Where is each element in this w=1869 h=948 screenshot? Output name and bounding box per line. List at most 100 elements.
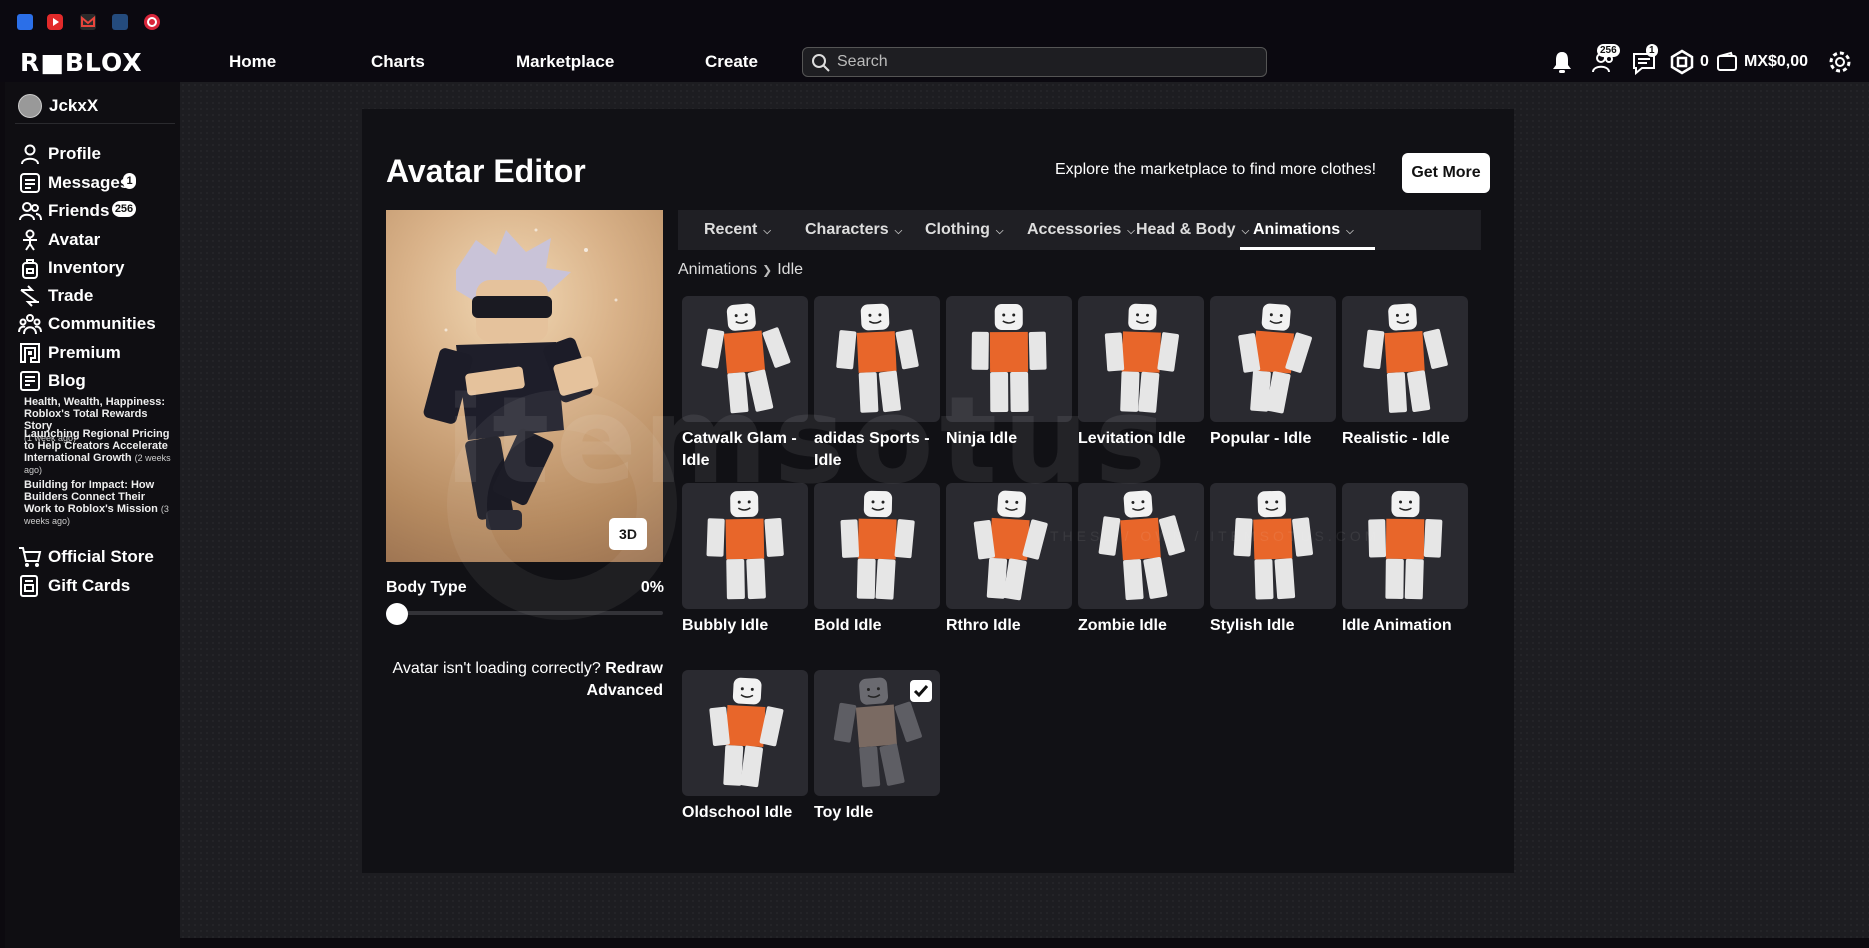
- youtube-favicon[interactable]: [47, 14, 63, 30]
- animation-card[interactable]: adidas Sports - Idle: [814, 296, 940, 472]
- wallet-icon[interactable]: [1716, 48, 1738, 76]
- animation-thumbnail: [682, 296, 808, 422]
- page-title: Avatar Editor: [386, 153, 586, 189]
- roblox-logo[interactable]: R■BLOX: [20, 48, 143, 77]
- nav-charts[interactable]: Charts: [371, 52, 425, 72]
- animation-label: Oldschool Idle: [682, 804, 793, 821]
- sidebar-item-label: Friends: [48, 201, 110, 220]
- breadcrumb-animations[interactable]: Animations: [678, 261, 757, 278]
- nav-marketplace[interactable]: Marketplace: [516, 52, 614, 72]
- bookmark-favicon-4[interactable]: [112, 14, 128, 30]
- sidebar-item-communities[interactable]: Communities: [18, 311, 156, 337]
- animation-label: Bold Idle: [814, 617, 882, 634]
- chevron-down-icon: ⌵: [1241, 226, 1250, 237]
- animation-card[interactable]: Bold Idle: [814, 483, 940, 637]
- animation-card[interactable]: Popular - Idle: [1210, 296, 1336, 450]
- tab-label: Animations: [1253, 221, 1341, 238]
- gmail-favicon[interactable]: [80, 14, 96, 30]
- currency-balance: MX$0,00: [1744, 53, 1809, 70]
- sidebar-item-trade[interactable]: Trade: [18, 283, 93, 309]
- sidebar-item-messages[interactable]: Messages: [18, 170, 129, 196]
- checkmark-icon: [910, 680, 932, 702]
- search-input[interactable]: [837, 51, 1257, 73]
- nav-home[interactable]: Home: [229, 52, 276, 72]
- animation-thumbnail: [814, 483, 940, 609]
- breadcrumb: Animations ❯ Idle: [678, 261, 803, 279]
- nav-create[interactable]: Create: [705, 52, 758, 72]
- sidebar-item-official-store[interactable]: Official Store: [18, 544, 154, 570]
- animation-card[interactable]: Bubbly Idle: [682, 483, 808, 637]
- avatar-editor-panel: Avatar Editor Explore the marketplace to…: [362, 109, 1514, 873]
- animation-label: Stylish Idle: [1210, 617, 1295, 634]
- animation-thumbnail: [814, 670, 940, 796]
- user-profile-link[interactable]: JckxX: [18, 92, 98, 120]
- animation-card[interactable]: Toy Idle: [814, 670, 940, 824]
- animation-card[interactable]: Rthro Idle: [946, 483, 1072, 637]
- body-type-slider-track[interactable]: [386, 611, 663, 615]
- advanced-link[interactable]: Advanced: [587, 682, 663, 699]
- animation-card[interactable]: Levitation Idle: [1078, 296, 1204, 450]
- sidebar-item-inventory[interactable]: Inventory: [18, 255, 125, 281]
- search-bar: [802, 47, 1267, 77]
- 3d-view-button[interactable]: 3D: [609, 518, 647, 550]
- animation-card[interactable]: Oldschool Idle: [682, 670, 808, 824]
- animation-thumbnail: [682, 670, 808, 796]
- sidebar-item-premium[interactable]: Premium: [18, 340, 121, 366]
- tab-animations[interactable]: Animations ⌵: [1253, 210, 1354, 250]
- person-icon: [18, 142, 42, 166]
- bell-icon[interactable]: [1548, 48, 1576, 76]
- tab-recent[interactable]: Recent ⌵: [704, 210, 771, 250]
- robux-icon[interactable]: [1668, 48, 1696, 76]
- animation-card[interactable]: Idle Animation: [1342, 483, 1468, 637]
- sidebar-item-friends[interactable]: Friends: [18, 198, 109, 224]
- chevron-down-icon: ⌵: [1346, 226, 1354, 237]
- chevron-down-icon: ⌵: [995, 226, 1004, 237]
- tab-head-body[interactable]: Head & Body ⌵: [1136, 210, 1249, 250]
- tab-label: Head & Body: [1136, 221, 1236, 238]
- tab-characters[interactable]: Characters ⌵: [805, 210, 902, 250]
- animation-thumbnail: [1210, 296, 1336, 422]
- animation-card[interactable]: Stylish Idle: [1210, 483, 1336, 637]
- tab-accessories[interactable]: Accessories ⌵: [1027, 210, 1135, 250]
- sidebar-item-label: Premium: [48, 343, 121, 362]
- animation-card[interactable]: Realistic - Idle: [1342, 296, 1468, 450]
- username: JckxX: [49, 96, 99, 115]
- sidebar-item-profile[interactable]: Profile: [18, 141, 101, 167]
- premium-icon: [18, 341, 42, 365]
- body-type-slider-handle[interactable]: [386, 603, 408, 625]
- animation-card[interactable]: Zombie Idle: [1078, 483, 1204, 637]
- cart-icon: [18, 545, 42, 569]
- top-navigation: R■BLOX Home Charts Marketplace Create 25…: [0, 44, 1869, 82]
- animation-thumbnail: [1078, 483, 1204, 609]
- bookmark-favicon-5[interactable]: [144, 14, 160, 30]
- animation-thumbnail: [814, 296, 940, 422]
- friends-badge: 256: [112, 201, 136, 217]
- redraw-link[interactable]: Redraw: [605, 660, 663, 677]
- sidebar-item-label: Profile: [48, 144, 101, 163]
- bottom-strip: [180, 938, 1869, 948]
- sidebar-item-label: Gift Cards: [48, 576, 131, 595]
- tab-clothing[interactable]: Clothing ⌵: [925, 210, 1003, 250]
- blog-post-2[interactable]: Launching Regional Pricing to Help Creat…: [24, 428, 174, 476]
- gear-icon[interactable]: [1826, 48, 1854, 76]
- bookmark-favicon-1[interactable]: [17, 14, 33, 30]
- loading-hint: Avatar isn't loading correctly? Redraw A…: [386, 658, 663, 702]
- blog-post-title: Health, Wealth, Happiness: Roblox's Tota…: [24, 396, 165, 432]
- blog-post-3[interactable]: Building for Impact: How Builders Connec…: [24, 479, 174, 527]
- animation-label: adidas Sports - Idle: [814, 430, 930, 469]
- animation-card[interactable]: Ninja Idle: [946, 296, 1072, 450]
- animation-label: Catwalk Glam - Idle: [682, 430, 797, 469]
- sidebar-item-label: Avatar: [48, 230, 101, 249]
- sidebar-item-avatar[interactable]: Avatar: [18, 227, 100, 253]
- tab-label: Recent: [704, 221, 758, 238]
- tab-label: Accessories: [1027, 221, 1122, 238]
- blog-post-title: Building for Impact: How Builders Connec…: [24, 479, 158, 515]
- sidebar-item-gift-cards[interactable]: Gift Cards: [18, 573, 130, 599]
- animation-label: Idle Animation: [1342, 617, 1452, 634]
- animation-card[interactable]: Catwalk Glam - Idle: [682, 296, 808, 472]
- messages-badge: 1: [123, 173, 136, 189]
- tab-label: Characters: [805, 221, 889, 238]
- get-more-button[interactable]: Get More: [1402, 153, 1490, 193]
- avatar-preview[interactable]: 3D: [386, 210, 663, 562]
- avatar: [18, 94, 42, 118]
